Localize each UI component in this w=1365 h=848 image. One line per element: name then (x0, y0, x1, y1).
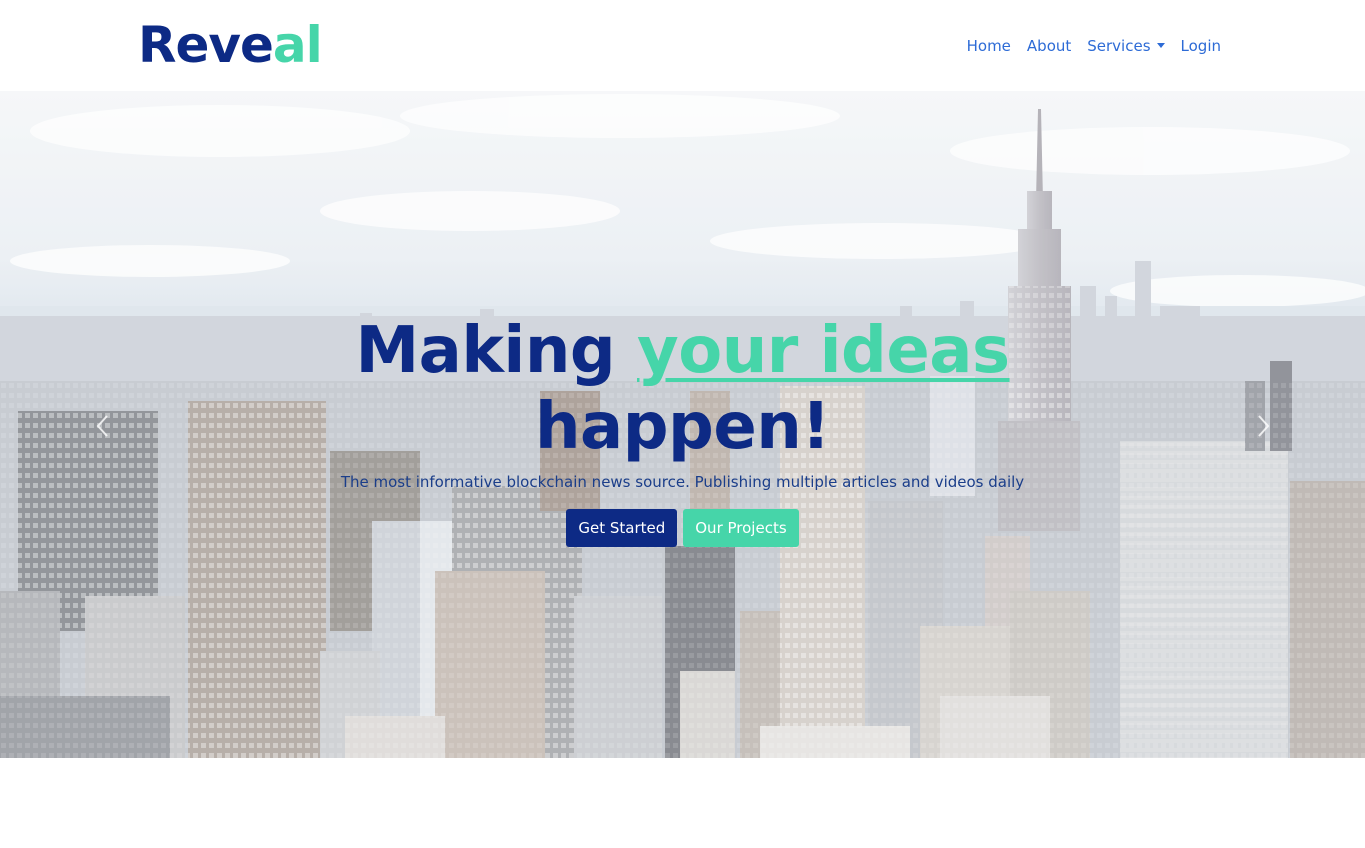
nav-home-link[interactable]: Home (967, 36, 1011, 56)
headline-part2: happen! (534, 390, 831, 464)
nav-services-dropdown[interactable]: Services (1087, 36, 1165, 56)
hero-subtitle: The most informative blockchain news sou… (340, 473, 1025, 491)
nav-services-label: Services (1087, 37, 1151, 55)
headline-accent: your ideas (637, 314, 1010, 388)
navbar: Reveal Home About Services Login (0, 0, 1365, 91)
hero-carousel: Making your ideas happen! The most infor… (0, 91, 1365, 758)
brand-logo-part1: Reve (138, 16, 274, 74)
brand-logo[interactable]: Reveal (138, 14, 323, 76)
nav-menu: Home About Services Login (967, 36, 1221, 56)
get-started-button[interactable]: Get Started (566, 509, 678, 547)
nav-login-link[interactable]: Login (1181, 36, 1221, 56)
headline-part1: Making (355, 314, 637, 388)
our-projects-button[interactable]: Our Projects (683, 509, 799, 547)
nav-about-link[interactable]: About (1027, 36, 1071, 56)
hero-headline: Making your ideas happen! (0, 313, 1365, 465)
chevron-down-icon (1156, 43, 1165, 48)
hero-buttons: Get Started Our Projects (0, 509, 1365, 547)
brand-logo-part2: al (272, 16, 323, 74)
hero-content: Making your ideas happen! The most infor… (0, 313, 1365, 547)
